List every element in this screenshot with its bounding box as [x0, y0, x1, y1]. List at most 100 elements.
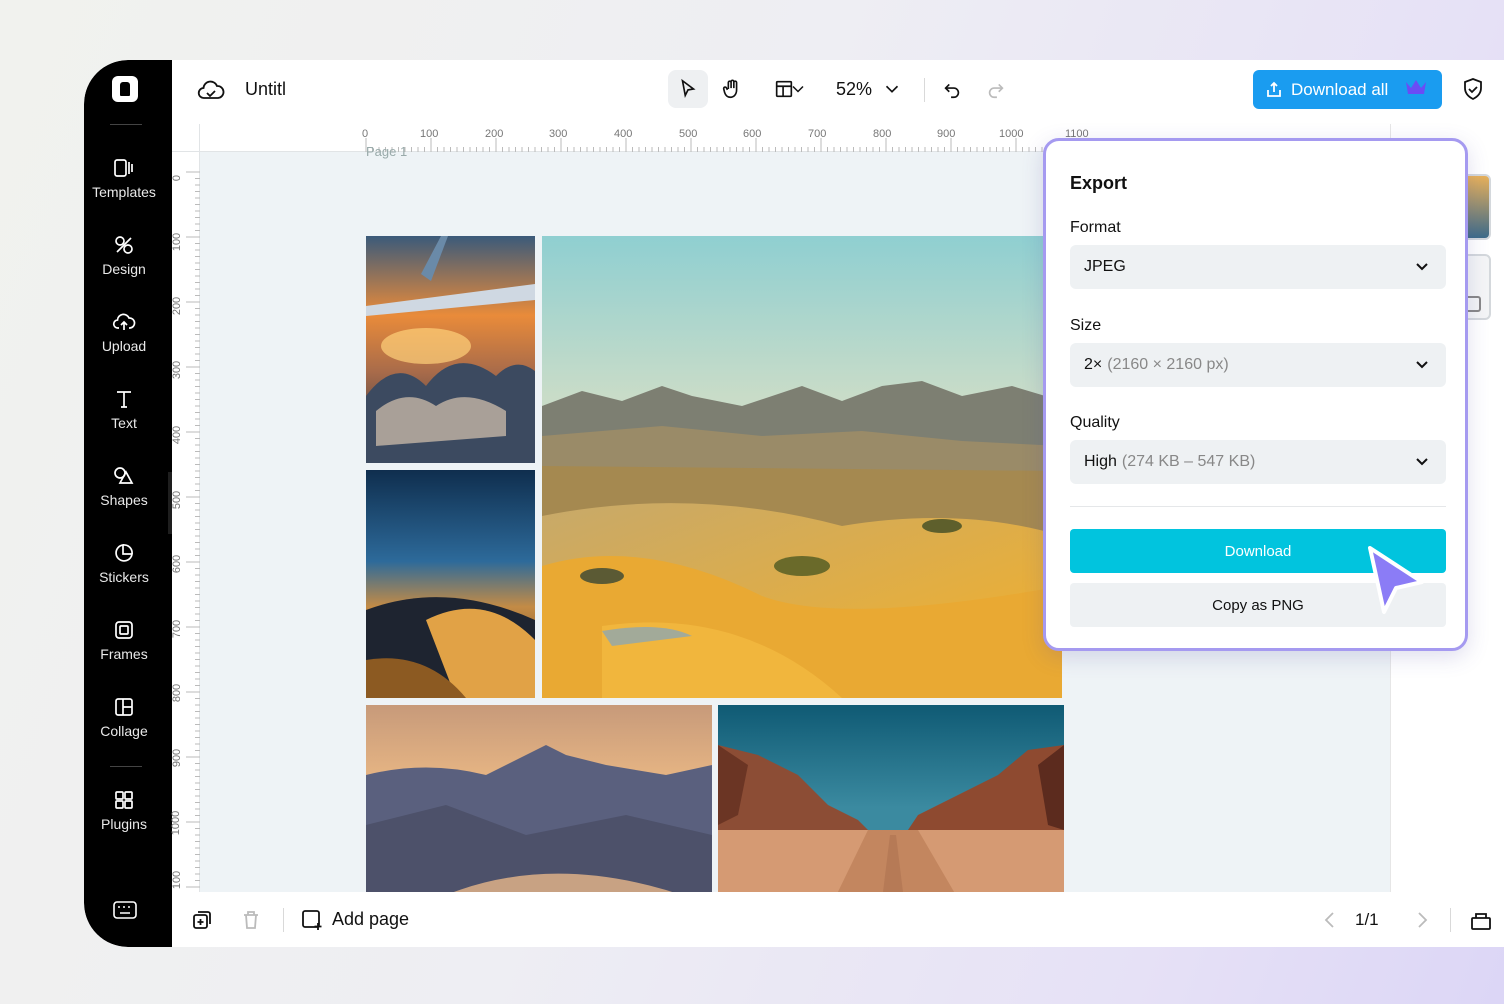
duplicate-page-icon[interactable] — [190, 908, 214, 932]
download-all-label: Download all — [1291, 79, 1389, 99]
sidebar-item-label: Collage — [100, 723, 148, 739]
chevron-down-icon — [1414, 453, 1430, 469]
select-tool-button[interactable] — [668, 70, 708, 108]
page-counter: 1/1 — [1355, 910, 1379, 929]
sidebar-item-upload[interactable]: Upload — [84, 310, 164, 372]
ruler-label: 100 — [171, 232, 184, 252]
ruler-label: 300 — [171, 360, 184, 380]
chevron-down-icon — [1414, 356, 1430, 372]
sidebar-item-label: Templates — [92, 184, 156, 200]
size-detail: (2160 × 2160 px) — [1107, 356, 1229, 373]
ruler-label: 0 — [362, 128, 369, 140]
left-sidebar: Templates Design Upload Text Shapes Stic… — [84, 60, 172, 947]
ruler-label: 400 — [171, 425, 184, 445]
quality-select[interactable]: High (274 KB – 547 KB) — [1070, 440, 1446, 484]
app-logo[interactable] — [112, 76, 138, 102]
collage-icon — [112, 695, 136, 719]
sidebar-item-label: Plugins — [101, 816, 147, 832]
sidebar-item-shapes[interactable]: Shapes — [84, 464, 164, 526]
quality-value: High — [1084, 453, 1117, 470]
stickers-icon — [112, 541, 136, 565]
ruler-label: 500 — [171, 490, 184, 510]
collage-photo-desert-mountains[interactable] — [542, 236, 1062, 698]
sidebar-item-label: Design — [102, 261, 146, 277]
sidebar-item-plugins[interactable]: Plugins — [84, 788, 164, 850]
collage-photo-dune-night[interactable] — [366, 470, 535, 698]
size-select[interactable]: 2× (2160 × 2160 px) — [1070, 343, 1446, 387]
shapes-icon — [112, 464, 136, 488]
sidebar-item-templates[interactable]: Templates — [84, 156, 164, 218]
plugins-icon — [112, 788, 136, 812]
format-select[interactable]: JPEG — [1070, 245, 1446, 289]
top-toolbar: Untitl 52% Download all — [172, 60, 1504, 124]
ruler-label: 200 — [485, 128, 504, 140]
next-page-icon[interactable] — [1410, 908, 1434, 932]
ruler-label: 600 — [171, 554, 184, 574]
format-label: Format — [1070, 219, 1121, 236]
ruler-label: 900 — [171, 748, 184, 768]
sidebar-item-design[interactable]: Design — [84, 233, 164, 295]
ruler-ticks — [186, 171, 200, 888]
crown-icon — [1404, 78, 1428, 101]
ruler-label: 200 — [171, 296, 184, 316]
hand-tool-button[interactable] — [712, 70, 752, 108]
mouse-cursor-icon — [1360, 540, 1430, 620]
add-page-icon[interactable] — [300, 908, 324, 932]
undo-icon — [944, 83, 960, 99]
vertical-ruler — [172, 152, 200, 892]
toolbar-divider — [924, 78, 925, 102]
ruler-label: 700 — [171, 619, 184, 639]
export-icon — [1267, 81, 1281, 97]
pointer-icon — [681, 78, 696, 98]
ruler-label: 800 — [171, 683, 184, 703]
quality-detail: (274 KB – 547 KB) — [1121, 453, 1256, 470]
pages-panel-toggle-icon[interactable] — [1469, 908, 1493, 932]
bottombar-divider — [283, 908, 284, 932]
bottom-bar: Add page 1/1 — [172, 892, 1504, 947]
hand-icon — [722, 79, 738, 99]
popup-divider — [1070, 506, 1446, 507]
collage-photo-airplane[interactable] — [366, 236, 535, 463]
sidebar-item-text[interactable]: Text — [84, 387, 164, 449]
text-icon — [112, 387, 136, 411]
page-label: Page 1 — [366, 144, 408, 159]
bottombar-divider — [1450, 908, 1451, 932]
ruler-label: 300 — [549, 128, 568, 140]
redo-button[interactable] — [976, 70, 1016, 108]
ruler-corner — [172, 124, 200, 152]
sidebar-divider — [110, 766, 142, 767]
layout-dropdown-chevron-icon[interactable] — [788, 70, 808, 108]
sidebar-item-label: Shapes — [100, 492, 148, 508]
document-title[interactable]: Untitl — [245, 79, 295, 100]
add-page-button[interactable]: Add page — [332, 909, 409, 930]
sidebar-item-frames[interactable]: Frames — [84, 618, 164, 680]
sidebar-item-stickers[interactable]: Stickers — [84, 541, 164, 603]
upload-icon — [112, 310, 136, 334]
zoom-dropdown-chevron-icon[interactable] — [880, 70, 904, 108]
delete-page-icon[interactable] — [239, 908, 263, 932]
ruler-label: 1000 — [170, 810, 183, 836]
templates-icon — [112, 156, 136, 180]
download-all-button[interactable]: Download all — [1253, 70, 1442, 109]
ruler-label: 700 — [808, 128, 827, 140]
size-value: 2× — [1084, 356, 1103, 373]
ruler-label: 100 — [420, 128, 439, 140]
ruler-label: 400 — [614, 128, 633, 140]
previous-page-icon[interactable] — [1318, 908, 1342, 932]
sidebar-item-label: Frames — [100, 646, 148, 662]
ruler-label: 600 — [743, 128, 762, 140]
chevron-down-icon — [1414, 258, 1430, 274]
cloud-sync-icon[interactable] — [196, 76, 226, 106]
format-value: JPEG — [1084, 258, 1126, 275]
undo-button[interactable] — [932, 70, 972, 108]
frames-icon — [112, 618, 136, 642]
sidebar-item-label: Text — [111, 415, 137, 431]
shield-icon[interactable] — [1460, 76, 1486, 102]
ruler-label: 900 — [937, 128, 956, 140]
zoom-level[interactable]: 52% — [836, 79, 872, 100]
redo-icon — [988, 83, 1004, 99]
ruler-label: 800 — [873, 128, 892, 140]
sidebar-item-collage[interactable]: Collage — [84, 695, 164, 757]
keyboard-shortcuts-icon[interactable] — [112, 898, 138, 922]
ruler-label: 500 — [679, 128, 698, 140]
